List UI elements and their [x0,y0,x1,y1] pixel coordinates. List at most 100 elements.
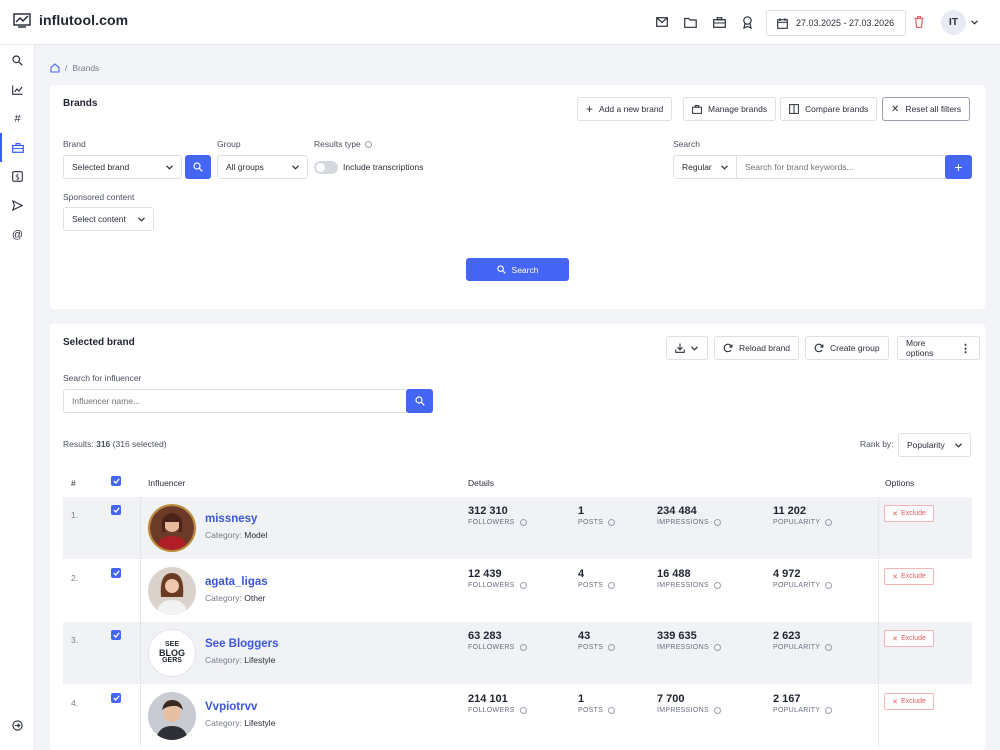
brand-label: Brand [63,139,86,149]
mail-icon[interactable] [654,14,670,30]
date-range-picker[interactable]: 27.03.2025 - 27.03.2026 [766,10,906,36]
more-options-button[interactable]: More options ⋮ [897,336,980,360]
search-label: Search [673,139,700,149]
results-summary: Results: 316 (316 selected) [63,439,167,449]
folder-icon[interactable] [682,14,698,30]
briefcase-icon[interactable] [711,14,727,30]
row-rank: 3. [71,635,79,645]
sponsored-content-label: Sponsored content [63,192,135,202]
search-icon[interactable] [9,52,26,69]
influencer-category: Category: Other [205,593,266,603]
brand-select[interactable]: Selected brand [63,155,182,179]
row-checkbox[interactable] [111,630,121,640]
award-icon[interactable] [739,14,755,30]
search-mode-select[interactable]: Regular [673,155,737,179]
user-avatar[interactable]: IT [941,10,966,35]
at-sign-icon[interactable]: @ [9,226,26,243]
dollar-icon[interactable]: $ [9,168,26,185]
influencer-search-button[interactable] [406,389,433,413]
avatar[interactable]: SEE BLOG GERS [148,629,196,677]
logo-text: influtool.com [39,12,129,28]
popularity-stat: 11 202 POPULARITY [773,505,833,526]
logout-icon[interactable] [9,717,26,734]
info-icon [519,707,527,714]
info-icon [608,644,616,651]
influencer-name-link[interactable]: See Bloggers [205,638,279,650]
exclude-button[interactable]: ✕ Exclude [884,568,934,585]
table-header: # Influencer Details Options [63,470,972,496]
sponsored-content-select[interactable]: Select content [63,207,154,231]
avatar[interactable] [148,692,196,740]
add-keyword-button[interactable]: + [945,155,972,179]
reset-filters-button[interactable]: ✕ Reset all filters [882,97,971,121]
column-rank: # [71,478,76,488]
influencer-name-link[interactable]: Vvpiotrvv [205,701,257,713]
send-icon[interactable] [9,197,26,214]
table-row[interactable]: 4. Vvpiotrvv Category: Lifestyle 214 101… [63,685,972,747]
trend-chart-icon[interactable] [9,81,26,98]
select-all-checkbox[interactable] [111,476,121,486]
table-row[interactable]: 3. SEE BLOG GERS See Bloggers Category: … [63,622,972,684]
sidebar-item-brands[interactable] [0,133,26,162]
group-select[interactable]: All groups [217,155,308,179]
popularity-stat: 2 167 POPULARITY [773,693,833,714]
avatar[interactable] [148,504,196,552]
row-rank: 1. [71,510,79,520]
row-checkbox[interactable] [111,568,121,578]
posts-stat: 4 POSTS [578,568,616,589]
influencer-name-link[interactable]: missnesy [205,513,257,525]
impressions-stat: 339 635 IMPRESSIONS [657,630,721,651]
chevron-down-icon[interactable] [969,14,979,30]
home-icon[interactable] [50,63,60,73]
chevron-down-icon [691,345,698,351]
exclude-button[interactable]: ✕ Exclude [884,693,934,710]
exclude-button[interactable]: ✕ Exclude [884,630,934,647]
info-icon [713,707,721,714]
table-row[interactable]: 1. missnesy Category: Model 312 310 FOLLO… [63,497,972,559]
trash-icon[interactable] [911,14,927,30]
download-button[interactable] [666,336,708,360]
reload-icon [814,343,824,353]
info-icon [608,582,616,589]
followers-stat: 312 310 FOLLOWERS [468,505,527,526]
influencer-name-link[interactable]: agata_ligas [205,576,268,588]
user-initials: IT [949,17,958,28]
row-checkbox[interactable] [111,505,121,515]
exclude-button[interactable]: ✕ Exclude [884,505,934,522]
popularity-stat: 4 972 POPULARITY [773,568,833,589]
hashtag-icon[interactable]: # [9,110,26,127]
add-brand-button[interactable]: + Add a new brand [577,97,673,121]
info-icon [364,140,372,148]
info-icon [519,582,527,589]
rank-by-select[interactable]: Popularity [898,433,971,457]
search-button[interactable]: Search [466,258,569,281]
chevron-down-icon [138,216,145,222]
table-row[interactable]: 2. agata_ligas Category: Other 12 439 FOL… [63,560,972,622]
info-icon [713,582,721,589]
row-rank: 4. [71,698,79,708]
info-icon [825,519,833,526]
brand-keywords-input[interactable] [736,155,946,179]
brand-search-button[interactable] [185,155,211,179]
chevron-down-icon [955,442,962,448]
info-icon [608,707,616,714]
influencer-name-input[interactable] [63,389,407,413]
rank-by-label: Rank by: [860,439,894,449]
manage-brands-button[interactable]: Manage brands [683,97,777,121]
row-checkbox[interactable] [111,693,121,703]
create-group-button[interactable]: Create group [805,336,889,360]
transcriptions-toggle[interactable] [314,161,338,174]
info-icon [519,519,527,526]
search-icon [496,265,506,274]
logo[interactable]: influtool.com [13,12,128,28]
breadcrumb-current: Brands [72,63,100,73]
plus-icon: + [586,102,594,116]
brands-panel: Brands + Add a new brand Manage brands C… [50,85,985,309]
compare-brands-button[interactable]: Compare brands [780,97,878,121]
influencer-category: Category: Lifestyle [205,718,276,728]
columns-icon [789,104,799,114]
reload-brand-button[interactable]: Reload brand [714,336,800,360]
info-icon [825,644,833,651]
date-range-text: 27.03.2025 - 27.03.2026 [796,18,895,28]
avatar[interactable] [148,567,196,615]
